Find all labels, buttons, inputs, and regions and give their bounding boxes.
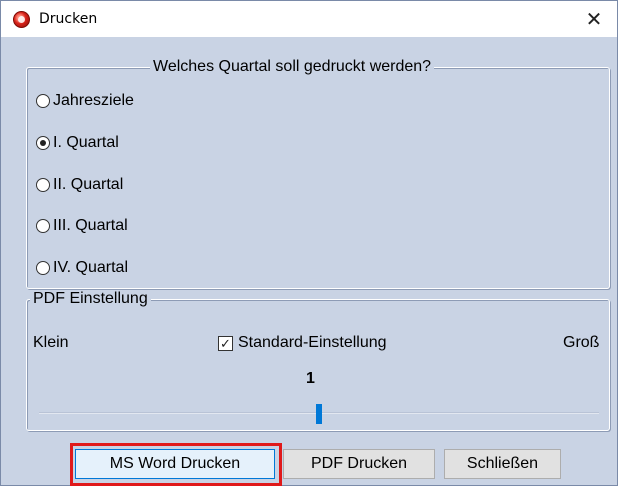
radio-jahresziele[interactable]: Jahresziele <box>36 91 134 111</box>
radio-label: Jahresziele <box>53 92 134 109</box>
title-bar: Drucken ✕ <box>1 1 617 37</box>
pdf-group-legend: PDF Einstellung <box>30 290 151 308</box>
radio-icon[interactable] <box>36 219 50 233</box>
slider-min-label: Klein <box>33 334 69 351</box>
pdf-settings-groupbox: PDF Einstellung Klein ✓ Standard-Einstel… <box>26 290 610 431</box>
radio-quartal-3[interactable]: III. Quartal <box>36 216 128 236</box>
radio-label: III. Quartal <box>53 217 128 234</box>
radio-icon[interactable] <box>36 94 50 108</box>
quartal-groupbox: Welches Quartal soll gedruckt werden? Ja… <box>26 58 610 289</box>
slider-value: 1 <box>306 370 315 387</box>
radio-icon[interactable] <box>36 261 50 275</box>
window-title: Drucken <box>39 11 98 27</box>
radio-quartal-4[interactable]: IV. Quartal <box>36 258 128 278</box>
standard-checkbox-icon[interactable]: ✓ <box>218 336 233 351</box>
radio-label: I. Quartal <box>53 134 119 151</box>
close-window-button[interactable]: ✕ <box>571 1 617 37</box>
app-logo-icon <box>13 11 30 28</box>
radio-checked-icon[interactable] <box>36 136 50 150</box>
radio-label: IV. Quartal <box>53 259 129 276</box>
radio-label: II. Quartal <box>53 176 124 193</box>
close-button[interactable]: Schließen <box>444 449 561 479</box>
pdf-print-button[interactable]: PDF Drucken <box>283 449 435 479</box>
ms-word-print-button[interactable]: MS Word Drucken <box>75 449 275 479</box>
radio-icon[interactable] <box>36 178 50 192</box>
radio-quartal-2[interactable]: II. Quartal <box>36 175 123 195</box>
print-dialog: Drucken ✕ Welches Quartal soll gedruckt … <box>0 0 618 486</box>
quartal-group-legend: Welches Quartal soll gedruckt werden? <box>150 58 435 76</box>
size-slider-thumb[interactable] <box>316 404 322 424</box>
slider-max-label: Groß <box>563 334 600 351</box>
radio-quartal-1[interactable]: I. Quartal <box>36 133 119 153</box>
standard-checkbox-label[interactable]: Standard-Einstellung <box>238 334 387 352</box>
